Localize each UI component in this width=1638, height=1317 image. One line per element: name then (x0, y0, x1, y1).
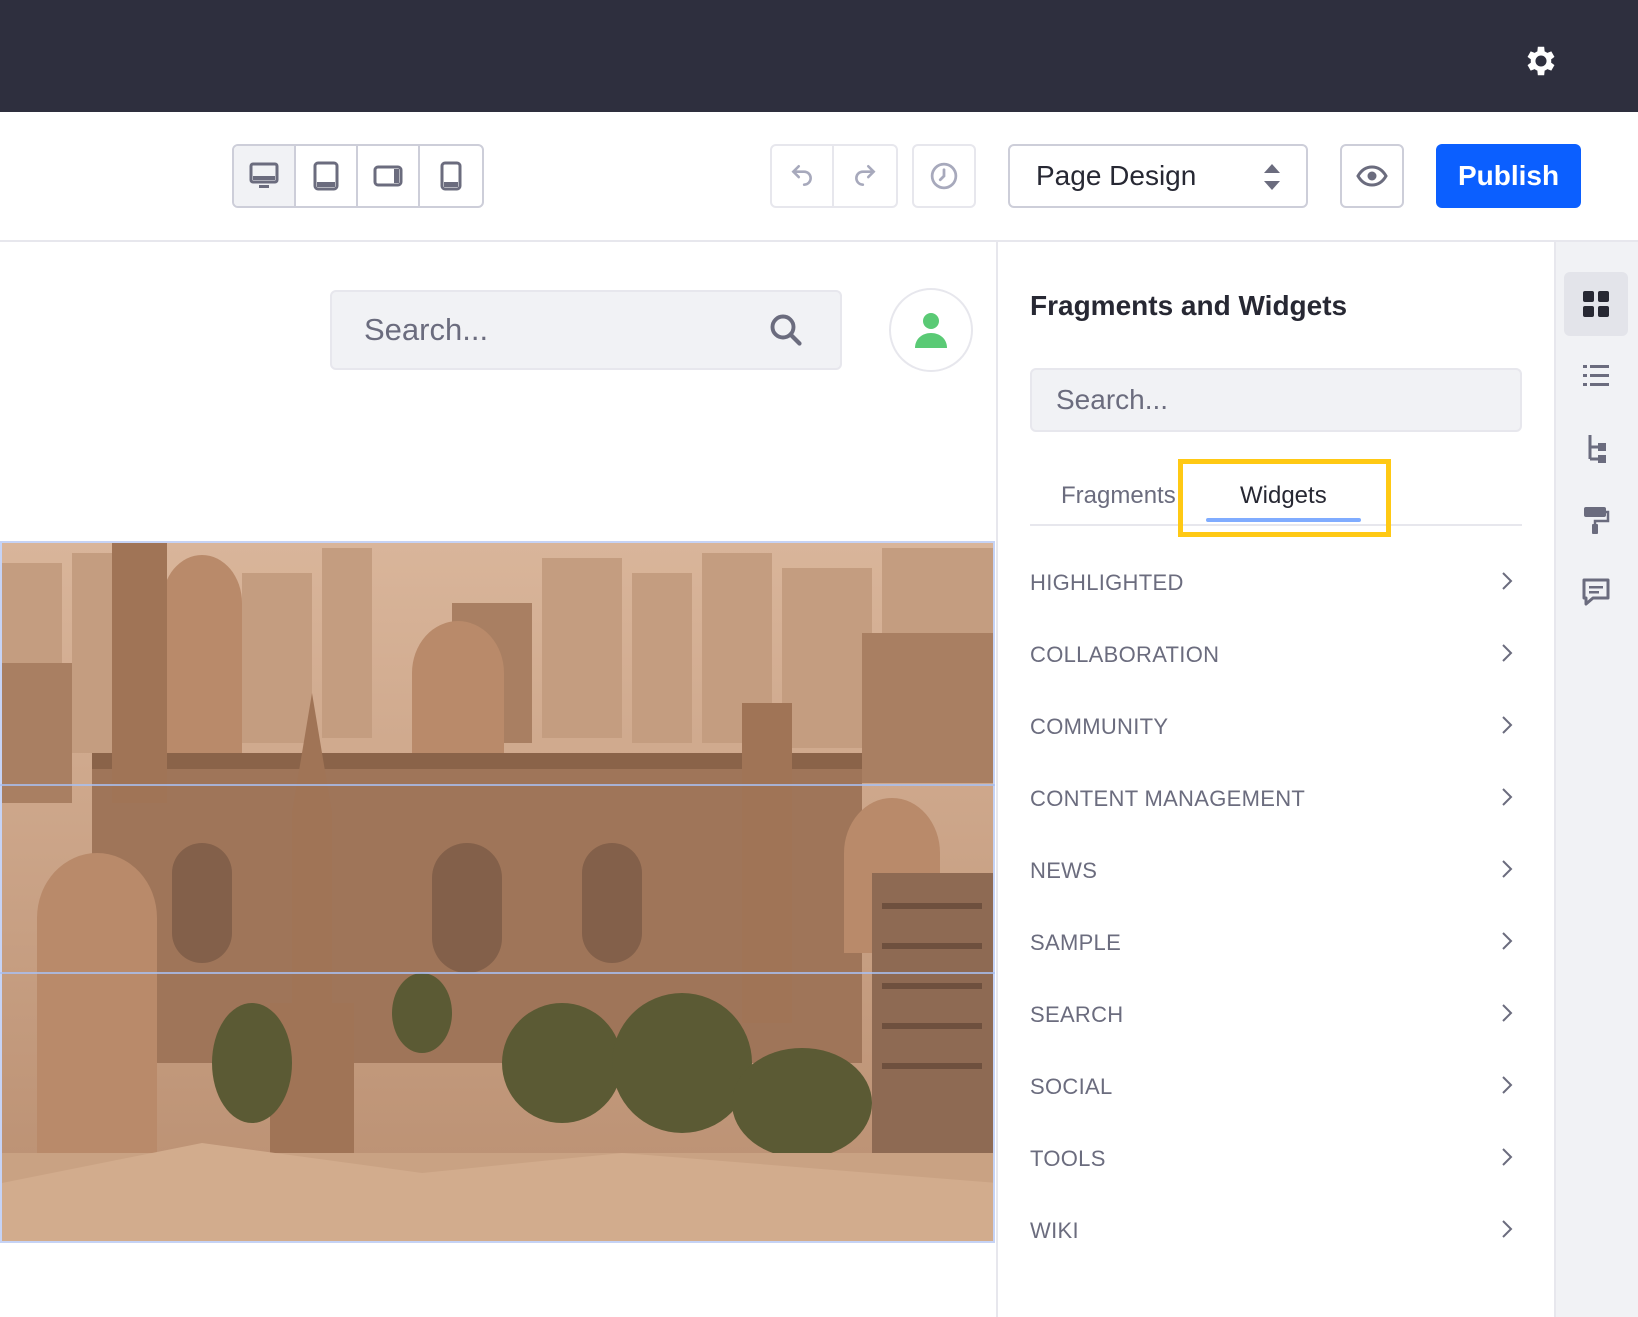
viewport-switcher (232, 144, 484, 208)
rail-contents-button[interactable] (1564, 344, 1628, 408)
chevron-right-icon (1502, 1004, 1513, 1022)
control-menu-bar (0, 0, 1638, 112)
category-tools[interactable]: TOOLS (1030, 1146, 1522, 1186)
undo-redo-group (770, 144, 898, 208)
viewport-landscape-phone-button[interactable] (358, 146, 420, 206)
category-label: COMMUNITY (1030, 714, 1169, 739)
user-icon (915, 313, 947, 348)
chevron-right-icon (1502, 716, 1513, 734)
category-collaboration[interactable]: COLLABORATION (1030, 642, 1522, 682)
hero-banner-image[interactable] (0, 541, 995, 1243)
rail-page-structure-button[interactable] (1564, 416, 1628, 480)
portrait-phone-icon (440, 161, 462, 191)
landscape-phone-icon (373, 165, 403, 187)
category-label: TOOLS (1030, 1146, 1106, 1171)
rail-look-feel-button[interactable] (1564, 488, 1628, 552)
category-wiki[interactable]: WIKI (1030, 1218, 1522, 1258)
grid-icon (1583, 291, 1609, 317)
viewport-portrait-phone-button[interactable] (420, 146, 482, 206)
category-sample[interactable]: SAMPLE (1030, 930, 1522, 970)
chevron-right-icon (1502, 788, 1513, 806)
row-guide-line (0, 784, 995, 786)
publish-button[interactable]: Publish (1436, 144, 1581, 208)
eye-icon (1356, 165, 1388, 187)
highlight-annotation (1178, 459, 1391, 537)
category-content-management[interactable]: CONTENT MANAGEMENT (1030, 786, 1522, 826)
row-guide-line (0, 972, 995, 974)
category-news[interactable]: NEWS (1030, 858, 1522, 898)
undo-button[interactable] (772, 146, 834, 206)
paint-roller-icon (1584, 507, 1610, 534)
chevron-right-icon (1502, 1220, 1513, 1238)
desktop-icon (249, 162, 279, 188)
select-arrows-icon (1264, 164, 1280, 190)
category-label: NEWS (1030, 858, 1098, 883)
clock-icon (930, 162, 958, 190)
comment-icon (1582, 578, 1610, 606)
chevron-right-icon (1502, 572, 1513, 590)
rail-comments-button[interactable] (1564, 560, 1628, 624)
panel-title: Fragments and Widgets (1030, 290, 1348, 321)
tab-fragments[interactable]: Fragments (1061, 482, 1176, 510)
chevron-right-icon (1502, 1076, 1513, 1094)
canvas-search-placeholder: Search... (364, 312, 489, 347)
category-label: HIGHLIGHTED (1030, 570, 1184, 595)
rail-fragments-widgets-button[interactable] (1564, 272, 1628, 336)
category-social[interactable]: SOCIAL (1030, 1074, 1522, 1114)
viewport-desktop-button[interactable] (234, 146, 296, 206)
category-label: SAMPLE (1030, 930, 1122, 955)
category-label: WIKI (1030, 1218, 1079, 1243)
category-label: CONTENT MANAGEMENT (1030, 786, 1306, 811)
tree-icon (1588, 435, 1606, 463)
experience-select[interactable]: Page Design (1008, 144, 1308, 208)
category-label: SEARCH (1030, 1002, 1124, 1027)
viewport-tablet-button[interactable] (296, 146, 358, 206)
experience-select-value: Page Design (1036, 160, 1197, 191)
category-search[interactable]: SEARCH (1030, 1002, 1522, 1042)
chevron-right-icon (1502, 644, 1513, 662)
redo-icon (855, 164, 876, 186)
chevron-right-icon (1502, 860, 1513, 878)
search-icon[interactable] (768, 312, 804, 348)
canvas-search-input[interactable]: Search... (330, 290, 842, 370)
history-button[interactable] (912, 144, 976, 208)
chevron-right-icon (1502, 1148, 1513, 1166)
user-avatar[interactable] (889, 288, 973, 372)
preview-button[interactable] (1340, 144, 1404, 208)
list-icon (1583, 365, 1609, 386)
chevron-right-icon (1502, 932, 1513, 950)
category-label: COLLABORATION (1030, 642, 1220, 667)
category-label: SOCIAL (1030, 1074, 1113, 1099)
panel-search-placeholder: Search... (1056, 384, 1169, 415)
undo-icon (791, 164, 812, 186)
cityscape-illustration (2, 543, 993, 1241)
category-community[interactable]: COMMUNITY (1030, 714, 1522, 754)
category-highlighted[interactable]: HIGHLIGHTED (1030, 570, 1522, 610)
panel-search-input[interactable]: Search... (1030, 368, 1522, 432)
gear-icon[interactable] (1522, 42, 1560, 80)
tablet-icon (313, 161, 339, 191)
redo-button[interactable] (834, 146, 896, 206)
